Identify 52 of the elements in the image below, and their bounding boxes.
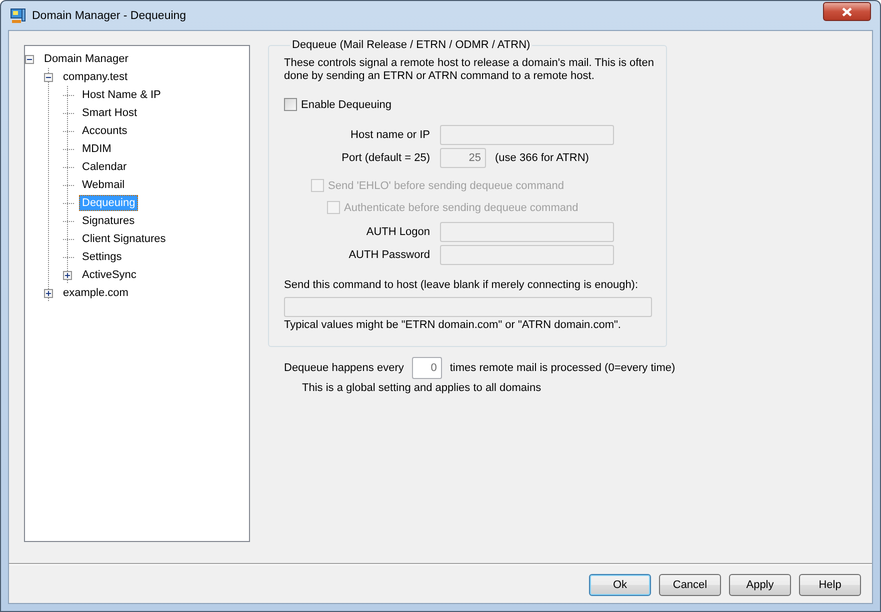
tree-item[interactable]: company.test [60,69,131,85]
dialog-button[interactable]: Ok [589,574,651,596]
checkbox-label: Authenticate before sending dequeue command [344,202,578,214]
window-title: Domain Manager - Dequeuing [32,10,188,22]
field-label: AUTH Logon [365,226,430,238]
tree-item[interactable]: ActiveSync [79,267,140,283]
tree-item[interactable]: MDIM [79,141,114,157]
tree-connector [63,238,75,240]
collapse-icon[interactable] [44,72,53,82]
checkbox-label: Send 'EHLO' before sending dequeue command [328,180,564,192]
tree-item[interactable]: Domain Manager [41,51,132,67]
close-icon [840,6,854,16]
tree-item[interactable]: Settings [79,249,125,265]
tree-connector [63,112,75,114]
command-label: Send this command to host (leave blank if merely connecting is enough): [284,279,640,291]
dialog-button[interactable]: Help [799,574,861,596]
field-note: (use 366 for ATRN) [495,152,589,164]
description-text: These controls signal a remote host to release a domain's mail. This is often done by sending an ETRN or ATRN command to a remote host. [284,57,654,83]
tree-connector [63,130,75,132]
interval-field[interactable]: 0 [412,357,442,379]
field-label: Port (default = 25) [340,152,430,164]
app-icon [10,8,26,24]
interval-label: Dequeue happens every [284,362,404,374]
tree-connector [63,184,75,186]
hint-text: Typical values might be "ETRN domain.com" or "ATRN domain.com". [284,319,622,331]
tree-item[interactable]: Accounts [79,123,130,139]
tree-item[interactable]: example.com [60,285,132,301]
group-title: Dequeue (Mail Release / ETRN / ODMR / ATRN) [291,39,532,51]
tree-connector [63,94,75,96]
tree-connector [63,220,75,222]
field-label: AUTH Password [348,249,430,261]
tree-connector [63,148,75,150]
tree-item[interactable]: Client Signatures [79,231,169,247]
expand-icon[interactable] [44,288,53,298]
tree-connector [63,256,75,258]
tree-item[interactable]: Host Name & IP [79,87,164,103]
close-button[interactable] [823,2,871,21]
expand-icon[interactable] [63,270,72,280]
tree-item[interactable]: Signatures [79,213,138,229]
collapse-icon[interactable] [25,54,34,64]
field-label: Host name or IP [350,129,430,141]
tree-connector [63,202,75,204]
global-note: This is a global setting and applies to all domains [302,382,542,394]
tree-item[interactable]: Webmail [79,177,128,193]
tree-item[interactable]: Calendar [79,159,130,175]
interval-suffix: times remote mail is processed (0=every time) [450,362,676,374]
tree-connector [63,166,75,168]
checkbox-label: Enable Dequeuing [301,98,392,110]
tree-item[interactable]: Smart Host [79,105,140,121]
dialog-button[interactable]: Cancel [659,574,721,596]
dialog-button[interactable]: Apply [729,574,791,596]
checkbox[interactable] [284,98,297,111]
